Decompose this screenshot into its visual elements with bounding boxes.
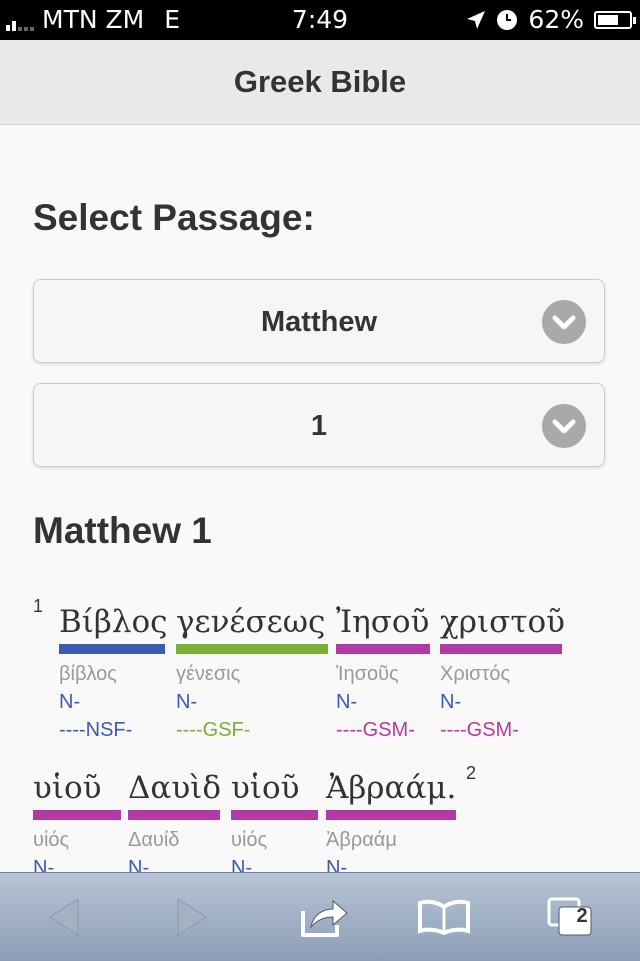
share-button[interactable] xyxy=(285,873,365,961)
word-parse: ----NSF- xyxy=(59,719,133,741)
greek-word[interactable]: υἱοῦ υἱός N- xyxy=(231,769,318,880)
greek-word-text: υἱοῦ xyxy=(231,770,300,806)
word-lemma: βίβλος xyxy=(59,663,117,685)
word-underline xyxy=(33,810,121,820)
location-icon xyxy=(467,10,486,29)
book-select-value: Matthew xyxy=(261,306,377,338)
bookmarks-icon xyxy=(418,899,470,935)
greek-word[interactable]: γενέσεως γένεσις N- ----GSF- xyxy=(176,603,328,742)
word-underline xyxy=(326,810,456,820)
word-underline xyxy=(231,810,318,820)
tabs-button[interactable]: 2 xyxy=(530,873,610,961)
word-underline xyxy=(336,644,430,654)
clock-icon xyxy=(497,9,518,30)
greek-word[interactable]: Δαυὶδ Δαυίδ N- xyxy=(128,769,221,880)
word-underline xyxy=(176,644,328,654)
greek-word-text: Ἀβραάμ. xyxy=(326,770,457,806)
browser-toolbar: 2 xyxy=(0,872,640,961)
greek-word[interactable]: Ἰησοῦ Ἰησοῦς N- ----GSM- xyxy=(336,603,430,742)
greek-word-text: γενέσεως xyxy=(176,604,326,640)
forward-button[interactable] xyxy=(152,873,232,961)
word-lemma: Χριστός xyxy=(440,663,511,685)
word-pos: N- xyxy=(59,691,81,713)
book-select[interactable]: Matthew xyxy=(33,279,605,363)
greek-word[interactable]: Βίβλος βίβλος N- ----NSF- xyxy=(59,603,168,742)
word-parse: ----GSF- xyxy=(176,719,251,741)
greek-word[interactable]: Ἀβραάμ. Ἀβραάμ N- xyxy=(326,769,456,880)
chevron-down-icon xyxy=(542,300,586,344)
battery-percent: 62% xyxy=(528,5,584,34)
greek-word-text: Βίβλος xyxy=(59,604,168,640)
word-lemma: γένεσις xyxy=(176,663,241,685)
forward-icon xyxy=(177,898,207,936)
greek-word-text: χριστοῦ xyxy=(440,604,565,640)
word-pos: N- xyxy=(440,691,462,713)
greek-word-text: Ἰησοῦ xyxy=(336,604,430,640)
select-passage-heading: Select Passage: xyxy=(33,197,315,238)
word-underline xyxy=(440,644,562,654)
greek-word[interactable]: χριστοῦ Χριστός N- ----GSM- xyxy=(440,603,565,742)
greek-word-text: Δαυὶδ xyxy=(128,770,221,806)
word-lemma: Ἰησοῦς xyxy=(336,663,399,685)
battery-icon xyxy=(594,10,636,29)
verse-number: 2 xyxy=(466,763,477,783)
chapter-select-value: 1 xyxy=(310,410,328,442)
word-parse: ----GSM- xyxy=(336,719,415,741)
word-underline xyxy=(128,810,220,820)
word-lemma: Δαυίδ xyxy=(128,829,180,851)
word-parse: ----GSM- xyxy=(440,719,519,741)
page-title: Greek Bible xyxy=(233,64,407,99)
page-header: Greek Bible xyxy=(0,40,640,125)
word-lemma: υἱός xyxy=(231,829,268,851)
status-bar: MTN ZM E 7:49 62% xyxy=(0,0,640,40)
chapter-select[interactable]: 1 xyxy=(33,383,605,467)
bookmarks-button[interactable] xyxy=(404,873,484,961)
tabs-count: 2 xyxy=(576,905,588,927)
chapter-heading: Matthew 1 xyxy=(33,510,212,551)
verse-number: 1 xyxy=(33,596,44,616)
word-lemma: υἱός xyxy=(33,829,70,851)
back-button[interactable] xyxy=(24,873,104,961)
word-underline xyxy=(59,644,165,654)
word-lemma: Ἀβραάμ xyxy=(326,829,397,851)
back-icon xyxy=(49,898,79,936)
chevron-down-icon xyxy=(542,404,586,448)
word-pos: N- xyxy=(176,691,198,713)
share-icon xyxy=(301,899,348,937)
greek-word[interactable]: υἱοῦ υἱός N- xyxy=(33,769,121,880)
word-pos: N- xyxy=(336,691,358,713)
greek-word-text: υἱοῦ xyxy=(33,770,102,806)
